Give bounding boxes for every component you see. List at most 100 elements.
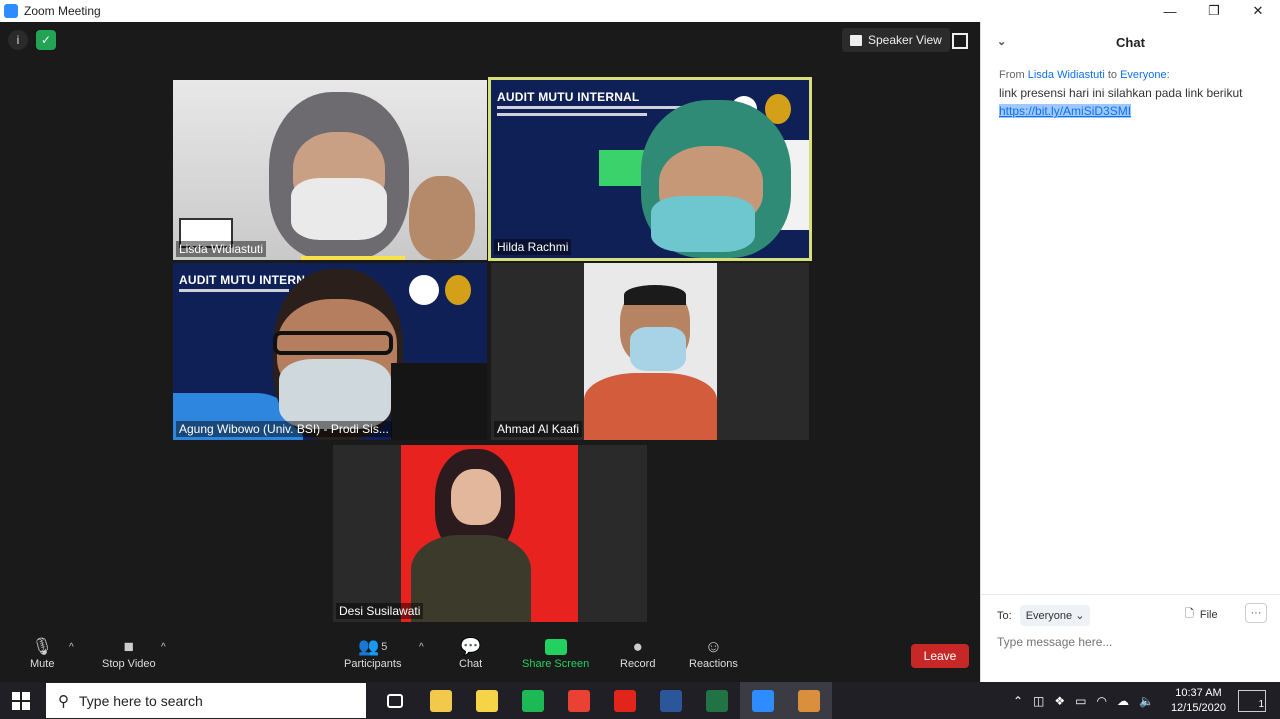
chat-button[interactable]: 💬 Chat	[459, 636, 482, 670]
record-label: Record	[620, 658, 656, 670]
taskbar-app[interactable]	[418, 682, 464, 719]
excel-icon	[706, 689, 728, 712]
record-icon: ●	[632, 637, 643, 656]
participant-name: Agung Wibowo (Univ. BSI) - Prodi Sis...	[176, 421, 392, 437]
video-tile-lisda[interactable]: Lisda Widiastuti	[173, 80, 487, 260]
chat-label: Chat	[459, 658, 483, 670]
chrome-icon	[568, 689, 590, 712]
file-label: File	[1199, 608, 1218, 621]
stop-video-button[interactable]: ■ Stop Video	[102, 636, 156, 670]
taskbar-app[interactable]	[694, 682, 740, 719]
message-body: link presensi hari ini silahkan pada lin…	[999, 84, 1262, 120]
taskbar-clock[interactable]: 10:37 AM 12/15/2020	[1171, 686, 1226, 716]
speaker-view-button[interactable]: Speaker View	[842, 28, 950, 52]
recipient-value: Everyone	[1025, 610, 1073, 622]
video-tile-hilda[interactable]: AUDIT MUTU INTERNAL Hilda Rachmi	[488, 77, 812, 261]
message-sender[interactable]: Lisda Widiastuti	[1028, 69, 1105, 81]
taskbar-search[interactable]: ⚲ Type here to search	[46, 683, 366, 718]
record-button[interactable]: ● Record	[620, 636, 655, 670]
taskbar-app[interactable]	[786, 682, 832, 719]
message-meta: From Lisda Widiastuti to Everyone:	[999, 66, 1262, 84]
participant-name: Desi Susilawati	[336, 603, 424, 619]
video-tile-desi[interactable]: Desi Susilawati	[333, 445, 647, 622]
face-mask	[630, 327, 686, 371]
close-button[interactable]: ✕	[1236, 0, 1280, 22]
shield-icon[interactable]: ✓	[36, 30, 56, 50]
participants-button[interactable]: 👥 5 Participants	[344, 636, 401, 670]
video-feed	[401, 445, 578, 622]
slide-title: AUDIT MUTU INTERNAL	[497, 90, 640, 104]
message-recipient[interactable]: Everyone:	[1120, 69, 1170, 81]
taskbar-app[interactable]	[602, 682, 648, 719]
recipient-select[interactable]: Everyone ⌄	[1019, 605, 1091, 626]
info-icon[interactable]: i	[8, 30, 28, 50]
share-screen-icon	[544, 639, 567, 655]
chevron-down-icon[interactable]: ⌄	[997, 35, 1006, 48]
windows-start-icon[interactable]	[12, 692, 30, 710]
taskbar-app[interactable]	[740, 682, 786, 719]
mute-button[interactable]: 🎙 Mute	[30, 636, 54, 670]
chat-title: Chat	[1116, 34, 1145, 50]
video-options-caret[interactable]: ^	[161, 642, 166, 653]
meeting-area: i ✓ Speaker View Lisda Widiastuti AUDIT …	[0, 22, 980, 682]
taskbar-app[interactable]	[510, 682, 556, 719]
mute-label: Mute	[30, 658, 55, 670]
chat-message-input[interactable]	[997, 635, 1257, 649]
reactions-button[interactable]: ☺ Reactions	[689, 636, 738, 670]
leave-button[interactable]: Leave	[911, 644, 969, 668]
word-icon	[660, 689, 682, 712]
speaker-view-icon	[850, 34, 862, 46]
participants-options-caret[interactable]: ^	[419, 642, 424, 653]
chevron-up-icon[interactable]: ⌃	[1013, 694, 1023, 708]
share-screen-label: Share Screen	[522, 658, 590, 670]
participant-outfit	[411, 535, 531, 622]
taskbar-app[interactable]	[556, 682, 602, 719]
restore-button[interactable]: ❐	[1192, 0, 1236, 22]
to-label: to	[1107, 69, 1118, 81]
message-text: link presensi hari ini silahkan pada lin…	[999, 86, 1243, 100]
window-titlebar: Zoom Meeting — ❐ ✕	[0, 0, 1280, 22]
meeting-toolbar: 🎙 Mute ^ ■ Stop Video ^ 👥 5 Participants …	[0, 628, 980, 682]
minimize-button[interactable]: —	[1148, 0, 1192, 22]
file-button[interactable]: 🗋 File	[1185, 605, 1218, 624]
from-label: From	[999, 69, 1025, 81]
sticky-notes-icon	[476, 689, 498, 712]
share-screen-button[interactable]: Share Screen	[522, 636, 589, 670]
taskbar-app[interactable]	[648, 682, 694, 719]
clock-date: 12/15/2020	[1170, 701, 1226, 714]
participant-name: Hilda Rachmi	[494, 239, 572, 255]
search-icon: ⚲	[58, 692, 69, 710]
participants-label: Participants	[344, 658, 402, 670]
more-options-button[interactable]: ···	[1245, 603, 1267, 623]
face-mask	[279, 359, 391, 429]
message-link[interactable]: https://bit.ly/AmiSiD3SMI	[999, 104, 1132, 118]
participant-hair	[624, 285, 686, 305]
stop-video-label: Stop Video	[102, 658, 156, 670]
speaking-bar	[301, 256, 405, 260]
glasses	[273, 331, 393, 355]
taskbar-app[interactable]	[372, 682, 418, 719]
audio-options-caret[interactable]: ^	[69, 642, 74, 653]
participants-count: 5	[381, 641, 388, 653]
face-mask	[291, 178, 387, 240]
fullscreen-icon[interactable]	[952, 33, 968, 49]
accreditation-badge	[445, 275, 471, 305]
volume-icon[interactable]: 🔈	[1139, 694, 1154, 708]
video-tile-agung[interactable]: AUDIT MUTU INTERNAL Agung Wibowo (Univ. …	[173, 263, 487, 440]
battery-icon[interactable]: ▭	[1075, 694, 1086, 708]
wifi-icon[interactable]: ◠	[1097, 694, 1107, 708]
chat-message: From Lisda Widiastuti to Everyone: link …	[981, 62, 1280, 124]
dropbox-icon[interactable]: ❖	[1054, 694, 1065, 708]
spotify-icon	[522, 689, 544, 712]
meet-now-icon[interactable]: ◫	[1033, 694, 1044, 708]
participant-shirt	[584, 373, 717, 440]
file-explorer-icon	[430, 689, 452, 712]
notification-icon[interactable]: 1	[1238, 689, 1266, 712]
zoom-app-icon	[4, 4, 18, 18]
onedrive-icon[interactable]: ☁	[1117, 694, 1129, 708]
acrobat-icon	[614, 689, 636, 712]
video-tile-ahmad[interactable]: Ahmad Al Kaafi	[491, 263, 809, 440]
reactions-label: Reactions	[689, 658, 738, 670]
taskbar-app[interactable]	[464, 682, 510, 719]
face-mask	[651, 196, 755, 252]
